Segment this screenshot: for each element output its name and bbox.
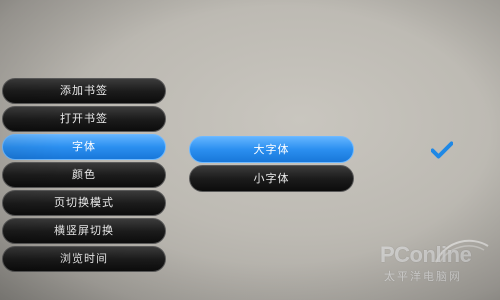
menu-item-open-bookmark[interactable]: 打开书签 <box>2 106 166 132</box>
watermark-subtitle: 太平洋电脑网 <box>384 270 462 283</box>
menu-item-browse-time[interactable]: 浏览时间 <box>2 246 166 272</box>
menu-item-add-bookmark[interactable]: 添加书签 <box>2 78 166 104</box>
menu-item-font[interactable]: 字体 <box>2 134 166 160</box>
watermark-brand: PConline <box>380 242 472 267</box>
submenu-item-small-font[interactable]: 小字体 <box>189 165 354 192</box>
submenu-item-large-font[interactable]: 大字体 <box>189 136 354 163</box>
device-screen: 添加书签 打开书签 字体 颜色 页切换模式 横竖屏切换 浏览时间 大字体 小字体… <box>0 0 500 300</box>
options-menu: 添加书签 打开书签 字体 颜色 页切换模式 横竖屏切换 浏览时间 <box>2 78 166 274</box>
menu-item-orientation-switch[interactable]: 横竖屏切换 <box>2 218 166 244</box>
menu-item-page-turn-mode[interactable]: 页切换模式 <box>2 190 166 216</box>
checkmark-icon <box>431 141 453 159</box>
watermark: PConline 太平洋电脑网 <box>380 239 492 286</box>
menu-item-color[interactable]: 颜色 <box>2 162 166 188</box>
font-submenu: 大字体 小字体 <box>189 136 354 194</box>
